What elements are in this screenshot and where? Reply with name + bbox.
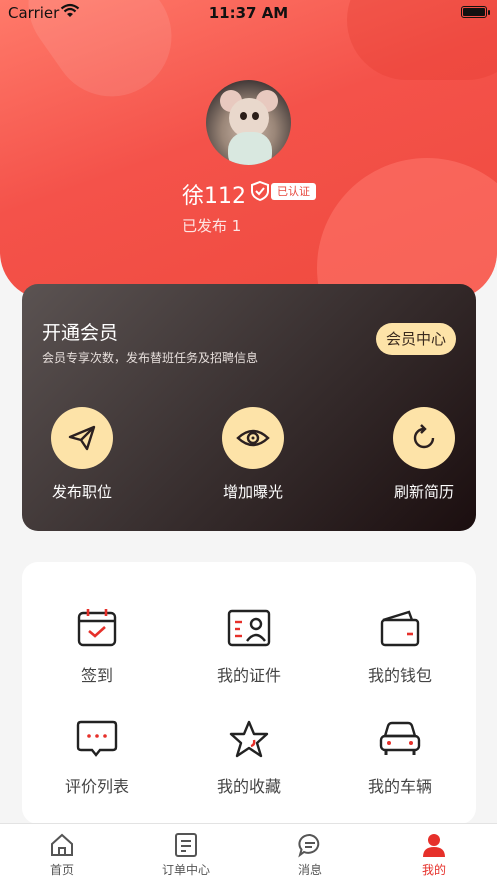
order-icon: [171, 830, 201, 860]
grid-item-vehicles[interactable]: 我的车辆: [340, 717, 460, 797]
membership-title: 开通会员: [42, 322, 119, 344]
action-label: 增加曝光: [222, 483, 283, 501]
grid-item-reviews[interactable]: 评价列表: [37, 717, 157, 797]
feature-grid: 签到 我的证件 我的钱包 评价列表 我的收藏 我的车辆: [22, 562, 476, 824]
grid-label: 评价列表: [64, 777, 129, 796]
tab-orders[interactable]: 订单中心: [146, 830, 226, 878]
grid-label: 我的收藏: [216, 777, 281, 796]
verified-badge: 已认证: [249, 180, 316, 202]
eye-icon: [222, 407, 284, 469]
battery-icon: [461, 6, 490, 18]
home-icon: [47, 830, 77, 860]
calendar-check-icon: [75, 606, 119, 650]
grid-item-certificates[interactable]: 我的证件: [189, 606, 309, 686]
grid-item-favorites[interactable]: 我的收藏: [189, 717, 309, 797]
refresh-icon: [393, 407, 455, 469]
grid-item-checkin[interactable]: 签到: [37, 606, 157, 686]
grid-item-wallet[interactable]: 我的钱包: [340, 606, 460, 686]
id-card-icon: [227, 606, 271, 650]
avatar[interactable]: [206, 80, 291, 165]
car-icon: [378, 717, 422, 761]
boost-exposure-button[interactable]: 增加曝光: [208, 407, 298, 502]
refresh-resume-button[interactable]: 刷新简历: [379, 407, 469, 502]
shield-check-icon: [249, 180, 271, 202]
star-icon: [227, 717, 271, 761]
verified-tag: 已认证: [271, 182, 316, 200]
post-job-button[interactable]: 发布职位: [37, 407, 127, 502]
grid-label: 我的钱包: [367, 666, 432, 685]
tab-bar: 首页 订单中心 消息 我的: [0, 823, 497, 883]
tab-home[interactable]: 首页: [22, 830, 102, 878]
grid-label: 签到: [80, 666, 113, 685]
membership-subtitle: 会员专享次数，发布替班任务及招聘信息: [42, 351, 259, 365]
username: 徐112: [182, 184, 246, 209]
posted-count[interactable]: 已发布 1: [182, 215, 241, 236]
comment-icon: [75, 717, 119, 761]
status-bar: Carrier 11:37 AM: [0, 0, 497, 26]
decor-shape: [317, 158, 497, 300]
tab-label: 我的: [421, 863, 446, 877]
action-label: 刷新简历: [393, 483, 454, 501]
wallet-icon: [378, 606, 422, 650]
member-center-button[interactable]: 会员中心: [375, 323, 456, 355]
tab-label: 首页: [49, 863, 74, 877]
membership-card: 开通会员 会员专享次数，发布替班任务及招聘信息 会员中心 发布职位 增加曝光 刷…: [22, 284, 476, 531]
paper-plane-icon: [51, 407, 113, 469]
grid-label: 我的车辆: [367, 777, 432, 796]
tab-messages[interactable]: 消息: [270, 830, 350, 878]
clock: 11:37 AM: [208, 4, 289, 22]
message-icon: [295, 830, 325, 860]
user-icon: [419, 830, 449, 860]
tab-label: 订单中心: [161, 863, 210, 877]
tab-label: 消息: [297, 863, 322, 877]
tab-mine[interactable]: 我的: [394, 830, 474, 878]
action-label: 发布职位: [51, 483, 112, 501]
grid-label: 我的证件: [216, 666, 281, 685]
